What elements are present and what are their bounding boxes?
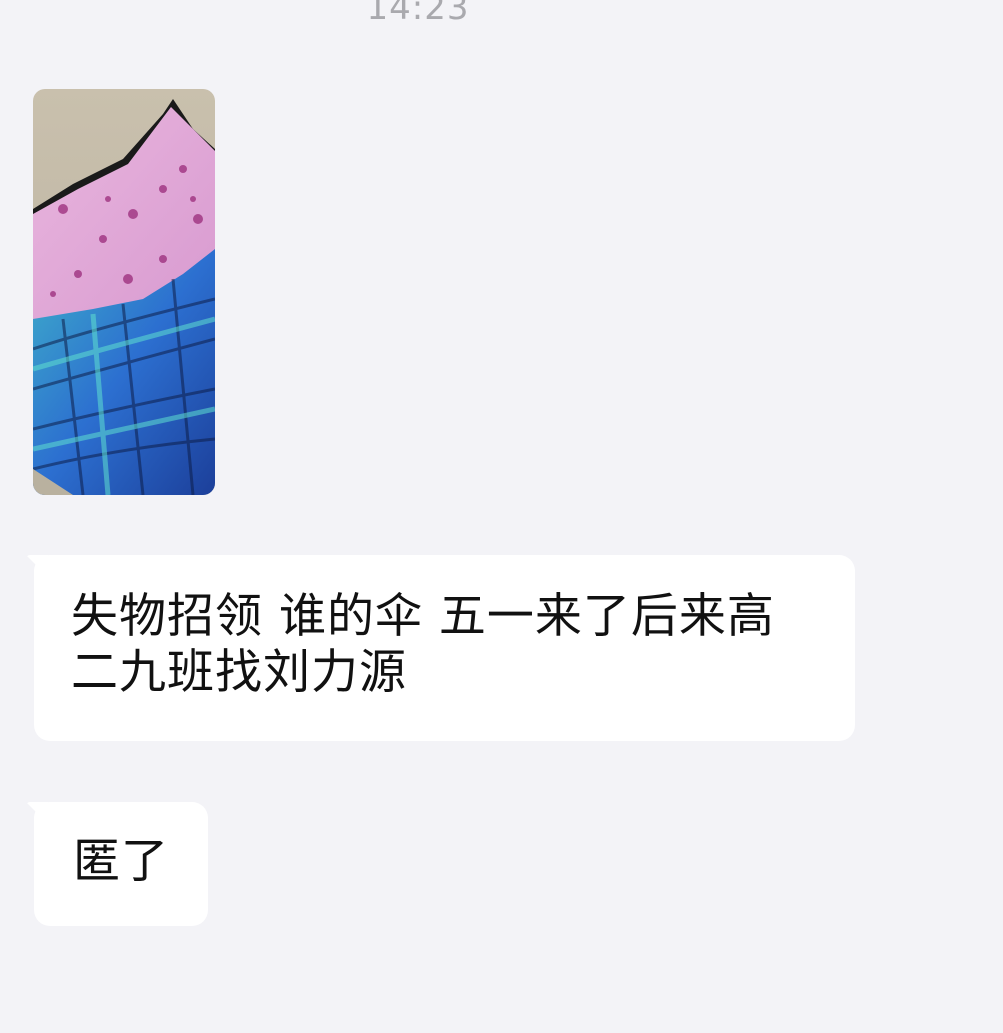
message-bubble[interactable]: 匿了 xyxy=(34,802,208,926)
umbrella-photo-image xyxy=(33,89,215,495)
message-bubble[interactable]: 失物招领 谁的伞 五一来了后来高 二九班找刘力源 xyxy=(34,555,855,741)
message-timestamp: 14:23 xyxy=(366,0,470,28)
message-text: 匿了 xyxy=(73,834,169,889)
image-message-umbrella-photo[interactable] xyxy=(33,89,215,495)
chat-view: 14:23 失物招领 谁的伞 五一来了后来高 二九班找刘力源 匿了 xyxy=(0,0,1003,1033)
message-text: 失物招领 谁的伞 五一来了后来高 二九班找刘力源 xyxy=(71,589,775,700)
